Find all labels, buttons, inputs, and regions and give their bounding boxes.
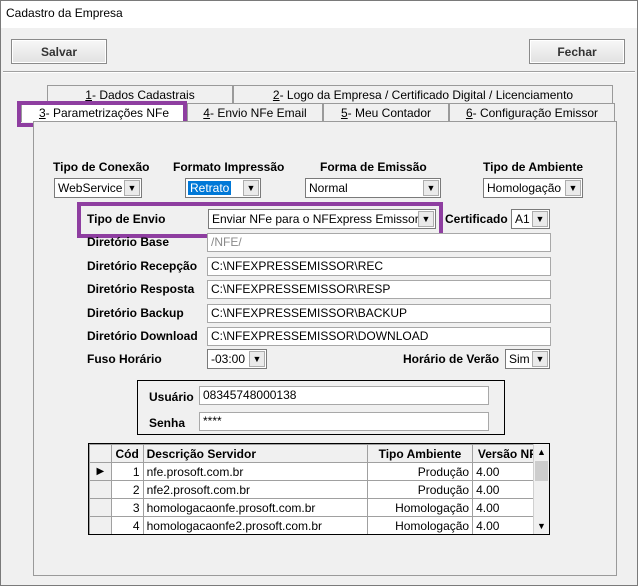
fuso-horario-select[interactable]: -03:00 ▼	[207, 349, 267, 369]
diretorio-backup-label: Diretório Backup	[87, 306, 184, 320]
horario-verao-select[interactable]: Sim ▼	[505, 349, 550, 369]
tab-envio-nfe-email[interactable]: 4 - Envio NFe Email	[187, 103, 323, 122]
forma-emissao-label: Forma de Emissão	[320, 160, 427, 174]
chevron-down-icon[interactable]: ▼	[532, 351, 548, 367]
horario-verao-label: Horário de Verão	[403, 352, 500, 366]
chevron-down-icon[interactable]: ▼	[423, 180, 439, 196]
diretorio-download-label: Diretório Download	[87, 329, 198, 343]
formato-impressao-select[interactable]: Retrato ▼	[185, 178, 261, 198]
table-row[interactable]: ▶ 1 nfe.prosoft.com.br Produção 4.00	[89, 462, 549, 481]
tipo-ambiente-select[interactable]: Homologação ▼	[483, 178, 583, 198]
company-window: Cadastro da Empresa Salvar Fechar 1 - Da…	[0, 0, 638, 586]
chevron-down-icon[interactable]: ▼	[243, 180, 259, 196]
diretorio-recepcao-field[interactable]: C:\NFEXPRESSEMISSOR\REC	[207, 257, 551, 276]
save-button[interactable]: Salvar	[11, 39, 107, 64]
chevron-down-icon[interactable]: ▼	[565, 180, 581, 196]
tab-configuracao-emissor[interactable]: 6 - Configuração Emissor	[449, 103, 615, 122]
table-header-row: Cód Descrição Servidor Tipo Ambiente Ver…	[89, 444, 549, 463]
tab-meu-contador[interactable]: 5 - Meu Contador	[323, 103, 449, 122]
ambiente-cell[interactable]: Homologação	[366, 498, 474, 517]
tipo-conexao-label: Tipo de Conexão	[53, 160, 150, 174]
cod-header[interactable]: Cód	[110, 444, 144, 463]
chevron-down-icon[interactable]: ▼	[532, 211, 548, 227]
chevron-down-icon[interactable]: ▼	[249, 351, 265, 367]
cod-cell[interactable]: 1	[110, 462, 144, 481]
servers-grid: Cód Descrição Servidor Tipo Ambiente Ver…	[88, 443, 550, 535]
tipo-conexao-select[interactable]: WebService ▼	[54, 178, 142, 198]
tab-label: - Dados Cadastrais	[91, 88, 195, 102]
diretorio-download-field[interactable]: C:\NFEXPRESSEMISSOR\DOWNLOAD	[207, 327, 551, 346]
tab-hotkey: 1	[85, 88, 92, 102]
cod-cell[interactable]: 2	[110, 480, 144, 499]
tab-label: - Logo da Empresa / Certificado Digital …	[279, 88, 574, 102]
tab-logo-certificado[interactable]: 2 - Logo da Empresa / Certificado Digita…	[233, 85, 613, 104]
ambiente-cell[interactable]: Produção	[366, 480, 474, 499]
arrow-up-icon[interactable]: ▲	[534, 444, 549, 460]
arrow-down-icon[interactable]: ▼	[534, 518, 549, 534]
diretorio-base-label: Diretório Base	[87, 235, 170, 249]
tab-hotkey: 2	[272, 88, 280, 102]
close-button[interactable]: Fechar	[529, 39, 625, 64]
grid-scrollbar[interactable]: ▲ ▼	[533, 444, 549, 534]
forma-emissao-select[interactable]: Normal ▼	[305, 178, 441, 198]
usuario-field[interactable]: 08345748000138	[199, 386, 489, 405]
table-row[interactable]: 4 homologacaonfe2.prosoft.com.br Homolog…	[89, 516, 549, 534]
usuario-label: Usuário	[149, 390, 194, 404]
tipo-ambiente-label: Tipo de Ambiente	[483, 160, 584, 174]
indicator-header	[89, 444, 112, 463]
servers-table: Cód Descrição Servidor Tipo Ambiente Ver…	[89, 444, 549, 534]
ambiente-header[interactable]: Tipo Ambiente	[366, 444, 474, 463]
tab-label: - Meu Contador	[347, 106, 432, 120]
fuso-horario-value: -03:00	[211, 352, 246, 366]
tab-hotkey: 6	[465, 106, 473, 120]
row-indicator	[89, 480, 112, 499]
row-indicator	[89, 516, 112, 534]
cod-cell[interactable]: 4	[110, 516, 144, 534]
diretorio-recepcao-label: Diretório Recepção	[87, 259, 198, 273]
table-row[interactable]: 2 nfe2.prosoft.com.br Produção 4.00	[89, 480, 549, 499]
forma-emissao-value: Normal	[309, 181, 348, 195]
tipo-ambiente-value: Homologação	[487, 181, 562, 195]
tab-label: - Envio NFe Email	[209, 106, 307, 120]
diretorio-base-field: /NFE/	[207, 233, 551, 252]
window-title: Cadastro da Empresa	[1, 1, 637, 28]
horario-verao-value: Sim	[509, 352, 530, 366]
ambiente-cell[interactable]: Homologação	[366, 516, 474, 534]
certificado-select[interactable]: A1 ▼	[511, 209, 550, 229]
table-row[interactable]: 3 homologacaonfe.prosoft.com.br Homologa…	[89, 498, 549, 517]
current-row-icon: ▶	[89, 462, 112, 481]
diretorio-backup-field[interactable]: C:\NFEXPRESSEMISSOR\BACKUP	[207, 304, 551, 323]
descricao-cell[interactable]: homologacaonfe2.prosoft.com.br	[142, 516, 368, 534]
descricao-header[interactable]: Descrição Servidor	[142, 444, 368, 463]
tab-label: - Configuração Emissor	[472, 106, 599, 120]
formato-impressao-label: Formato Impressão	[173, 160, 285, 174]
descricao-cell[interactable]: homologacaonfe.prosoft.com.br	[142, 498, 368, 517]
diretorio-resposta-field[interactable]: C:\NFEXPRESSEMISSOR\RESP	[207, 280, 551, 299]
senha-label: Senha	[149, 416, 186, 430]
tab-hotkey: 5	[340, 106, 348, 120]
descricao-cell[interactable]: nfe2.prosoft.com.br	[142, 480, 368, 499]
senha-field[interactable]: ****	[199, 412, 489, 431]
certificado-value: A1	[515, 212, 530, 226]
cod-cell[interactable]: 3	[110, 498, 144, 517]
certificado-label: Certificado	[445, 212, 508, 226]
tipo-conexao-value: WebService	[58, 181, 123, 195]
ambiente-cell[interactable]: Produção	[366, 462, 474, 481]
descricao-cell[interactable]: nfe.prosoft.com.br	[142, 462, 368, 481]
formato-impressao-value: Retrato	[188, 181, 232, 195]
toolbar-separator	[3, 71, 635, 73]
scrollbar-thumb[interactable]	[535, 461, 548, 481]
diretorio-resposta-label: Diretório Resposta	[87, 282, 195, 296]
tab-hotkey: 4	[203, 106, 210, 120]
chevron-down-icon[interactable]: ▼	[124, 180, 140, 196]
row-indicator	[89, 498, 112, 517]
fuso-horario-label: Fuso Horário	[87, 352, 162, 366]
